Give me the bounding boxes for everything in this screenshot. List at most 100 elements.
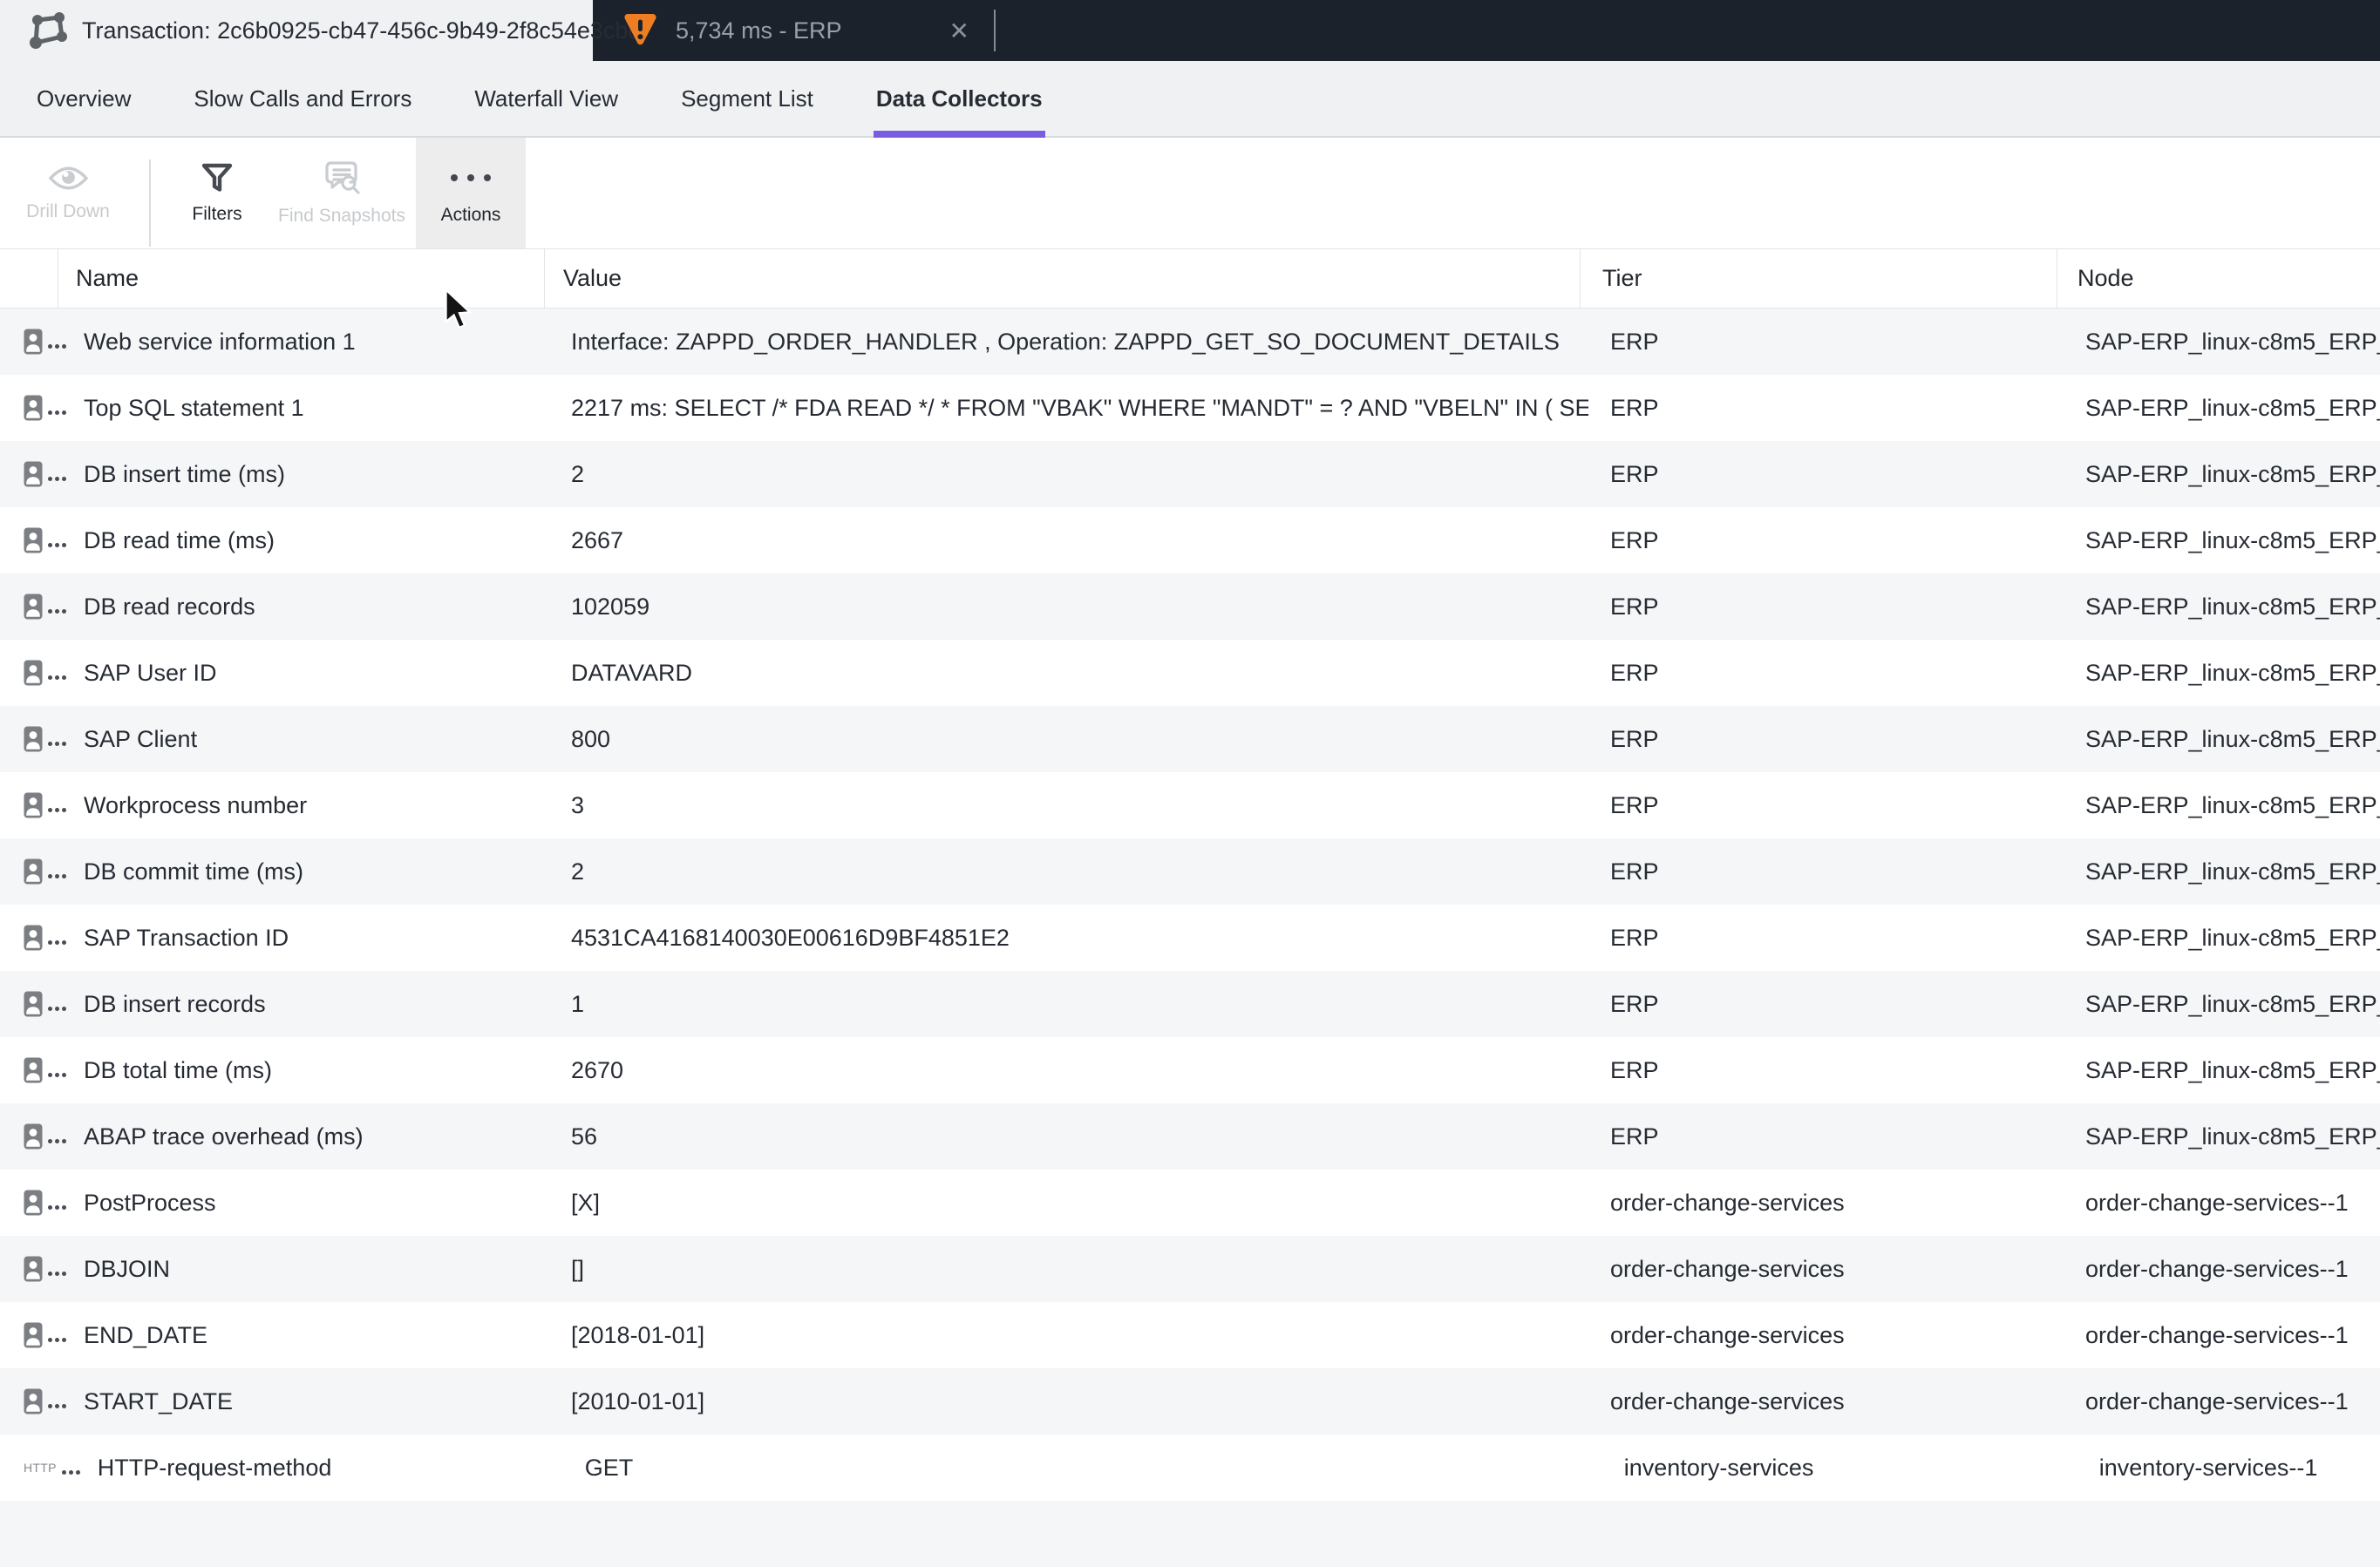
row-tier: ERP <box>1610 1056 1659 1083</box>
table-row[interactable]: HTTP SAP User ID DATAVARD ERP SAP-ERP_li… <box>0 640 2380 706</box>
row-name: DB insert time (ms) <box>84 460 286 487</box>
close-icon[interactable]: ✕ <box>942 13 976 49</box>
mouse-cursor-icon <box>445 288 473 329</box>
truncation-dots-icon <box>48 1204 66 1210</box>
row-name: Web service information 1 <box>84 328 356 355</box>
row-value: [2018-01-01] <box>571 1321 705 1348</box>
row-tier: ERP <box>1610 526 1659 553</box>
row-name: DB total time (ms) <box>84 1056 273 1083</box>
data-collector-person-icon <box>24 991 43 1017</box>
row-value: 1 <box>571 990 585 1017</box>
table-row[interactable]: HTTP PostProcess [X] order-change-servic… <box>0 1170 2380 1236</box>
truncation-dots-icon <box>48 343 66 349</box>
row-type-cell: HTTP <box>0 660 66 686</box>
row-type-cell: HTTP <box>0 1388 66 1414</box>
table-row[interactable]: HTTP DB insert time (ms) 2 ERP SAP-ERP_l… <box>0 441 2380 507</box>
data-collector-person-icon <box>24 660 43 686</box>
find-snapshots-button[interactable]: Find Snapshots <box>270 138 413 248</box>
row-node: SAP-ERP_linux-c8m5_ERP_00 <box>2085 659 2380 686</box>
row-type-cell: HTTP <box>0 726 66 752</box>
row-name: PostProcess <box>84 1189 216 1216</box>
row-node: SAP-ERP_linux-c8m5_ERP_00 <box>2085 990 2380 1017</box>
find-snapshots-icon <box>325 160 360 194</box>
eye-icon <box>48 166 88 189</box>
data-collector-person-icon <box>24 726 43 752</box>
actions-label: Actions <box>440 205 501 225</box>
row-value: 2 <box>571 460 585 487</box>
actions-button[interactable]: Actions <box>416 138 526 248</box>
header-tier: Tier <box>1581 248 2057 309</box>
transaction-tab[interactable]: Transaction: 2c6b0925-cb47-456c-9b49-2f8… <box>0 0 648 61</box>
table-row[interactable]: HTTP START_DATE [2010-01-01] order-chang… <box>0 1368 2380 1435</box>
row-node: SAP-ERP_linux-c8m5_ERP_00 <box>2085 460 2380 487</box>
row-value: Interface: ZAPPD_ORDER_HANDLER , Operati… <box>571 328 1560 355</box>
row-value: [2010-01-01] <box>571 1387 705 1414</box>
row-tier: ERP <box>1610 791 1659 818</box>
row-value: 4531CA4168140030E00616D9BF4851E2 <box>571 924 1010 951</box>
data-collector-person-icon <box>24 1123 43 1150</box>
row-value: 2667 <box>571 526 624 553</box>
row-tier: order-change-services <box>1610 1321 1845 1348</box>
tab-overview[interactable]: Overview <box>37 61 131 136</box>
row-type-cell: HTTP <box>0 594 66 620</box>
truncation-dots-icon <box>61 1469 80 1475</box>
row-tier: order-change-services <box>1610 1189 1845 1216</box>
table-row[interactable]: HTTP DB read records 102059 ERP SAP-ERP_… <box>0 573 2380 640</box>
table-row[interactable]: HTTP SAP Client 800 ERP SAP-ERP_linux-c8… <box>0 706 2380 772</box>
table-row[interactable]: HTTP HTTP-request-method GET inventory-s… <box>0 1435 2380 1501</box>
table-row[interactable]: HTTP Workprocess number 3 ERP SAP-ERP_li… <box>0 772 2380 838</box>
snapshot-tab[interactable]: 5,734 ms - ERP ✕ <box>593 0 994 61</box>
row-tier: ERP <box>1610 990 1659 1017</box>
data-collector-person-icon <box>24 1190 43 1216</box>
truncation-dots-icon <box>48 807 66 812</box>
data-collector-person-icon <box>24 527 43 553</box>
row-tier: ERP <box>1610 858 1659 885</box>
ellipsis-icon <box>451 160 491 195</box>
row-name: SAP Transaction ID <box>84 924 289 951</box>
drill-down-button[interactable]: Drill Down <box>11 138 125 248</box>
tab-slow-calls-and-errors[interactable]: Slow Calls and Errors <box>194 61 411 136</box>
snapshot-viewer: Transaction: 2c6b0925-cb47-456c-9b49-2f8… <box>0 0 2380 1567</box>
row-tier: ERP <box>1610 593 1659 620</box>
drill-down-label: Drill Down <box>26 200 110 221</box>
row-value: 102059 <box>571 593 650 620</box>
row-name: DB read time (ms) <box>84 526 275 553</box>
row-name: Top SQL statement 1 <box>84 394 304 421</box>
table-row[interactable]: HTTP END_DATE [2018-01-01] order-change-… <box>0 1302 2380 1368</box>
table-row[interactable] <box>0 1501 2380 1567</box>
tab-waterfall-view[interactable]: Waterfall View <box>474 61 618 136</box>
row-name: DB insert records <box>84 990 266 1017</box>
data-collector-person-icon <box>24 1322 43 1348</box>
table-row[interactable]: HTTP DB total time (ms) 2670 ERP SAP-ERP… <box>0 1037 2380 1103</box>
row-node: SAP-ERP_linux-c8m5_ERP_00 <box>2085 394 2380 421</box>
tab-segment-list[interactable]: Segment List <box>681 61 813 136</box>
row-value: DATAVARD <box>571 659 693 686</box>
filters-button[interactable]: Filters <box>160 138 274 248</box>
row-type-cell: HTTP <box>0 461 66 487</box>
truncation-dots-icon <box>48 940 66 945</box>
table-row[interactable]: HTTP ABAP trace overhead (ms) 56 ERP SAP… <box>0 1103 2380 1170</box>
row-tier: ERP <box>1610 394 1659 421</box>
http-icon: HTTP <box>24 1461 57 1475</box>
table-row[interactable]: HTTP SAP Transaction ID 4531CA4168140030… <box>0 905 2380 971</box>
row-name: SAP User ID <box>84 659 217 686</box>
data-collector-person-icon <box>24 1388 43 1414</box>
table-row[interactable]: HTTP Web service information 1 Interface… <box>0 309 2380 375</box>
row-type-cell: HTTP <box>0 858 66 885</box>
row-tier: ERP <box>1610 1123 1659 1150</box>
table-row[interactable]: HTTP Top SQL statement 1 2217 ms: SELECT… <box>0 375 2380 441</box>
toolbar: Drill Down Filters Find Snapshots Action… <box>0 138 2380 329</box>
row-value: [X] <box>571 1189 601 1216</box>
row-node: SAP-ERP_linux-c8m5_ERP_00 <box>2085 791 2380 818</box>
truncation-dots-icon <box>48 675 66 680</box>
tab-data-collectors[interactable]: Data Collectors <box>873 61 1045 138</box>
truncation-dots-icon <box>48 608 66 614</box>
table-row[interactable]: HTTP DB commit time (ms) 2 ERP SAP-ERP_l… <box>0 838 2380 905</box>
row-name: DB commit time (ms) <box>84 858 303 885</box>
table-row[interactable]: HTTP DBJOIN [] order-change-services ord… <box>0 1236 2380 1302</box>
table-row[interactable]: HTTP DB insert records 1 ERP SAP-ERP_lin… <box>0 971 2380 1037</box>
row-node: SAP-ERP_linux-c8m5_ERP_00 <box>2085 593 2380 620</box>
table-row[interactable]: HTTP DB read time (ms) 2667 ERP SAP-ERP_… <box>0 507 2380 573</box>
data-collector-person-icon <box>24 792 43 818</box>
row-value: GET <box>584 1454 634 1481</box>
